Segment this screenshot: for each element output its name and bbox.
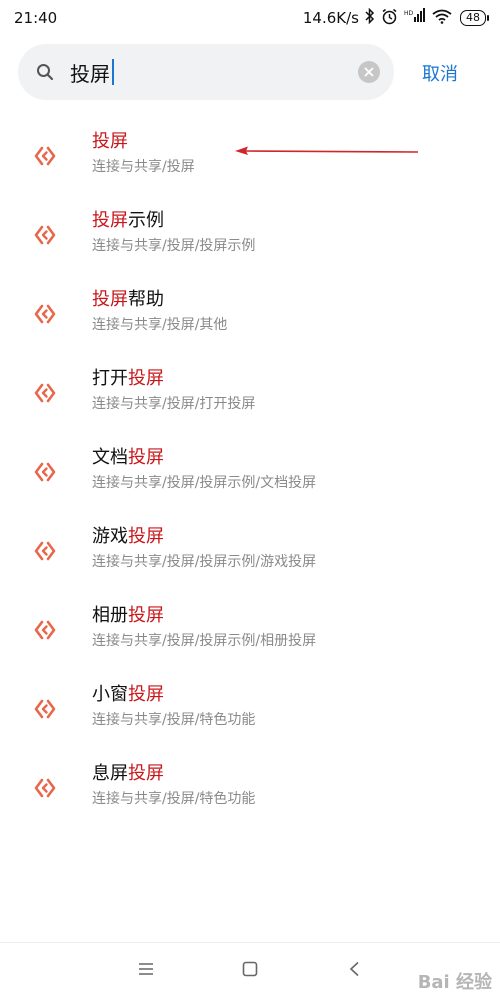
settings-result-icon bbox=[33, 460, 57, 484]
result-title-prefix: 息屏 bbox=[92, 763, 128, 784]
result-path: 连接与共享/投屏/特色功能 bbox=[92, 791, 256, 807]
settings-result-icon bbox=[33, 618, 57, 642]
result-title-highlight: 投屏 bbox=[92, 131, 128, 152]
result-path: 连接与共享/投屏/投屏示例/文档投屏 bbox=[92, 475, 317, 491]
result-title-highlight: 投屏 bbox=[128, 763, 164, 784]
result-title-prefix: 文档 bbox=[92, 447, 128, 468]
close-icon bbox=[364, 67, 374, 77]
result-text: 游戏投屏 连接与共享/投屏/投屏示例/游戏投屏 bbox=[92, 525, 316, 573]
result-title-highlight: 投屏 bbox=[128, 447, 164, 468]
search-result-item[interactable]: 息屏投屏 连接与共享/投屏/特色功能 bbox=[0, 748, 500, 827]
result-title-suffix: 帮助 bbox=[128, 289, 164, 310]
watermark-logo: Bai 经验 bbox=[417, 972, 492, 993]
result-title-prefix: 相册 bbox=[92, 605, 128, 626]
settings-result-icon bbox=[33, 776, 57, 800]
search-bar[interactable]: 投屏 bbox=[18, 44, 394, 100]
result-title: 游戏投屏 bbox=[92, 525, 316, 549]
search-result-item[interactable]: 投屏帮助 连接与共享/投屏/其他 bbox=[0, 274, 500, 353]
settings-result-icon bbox=[33, 302, 57, 326]
svg-text:HD: HD bbox=[404, 10, 414, 17]
result-path: 连接与共享/投屏/打开投屏 bbox=[92, 396, 256, 412]
back-nav-button[interactable] bbox=[348, 961, 362, 980]
menu-nav-button[interactable] bbox=[138, 961, 154, 980]
menu-icon bbox=[139, 963, 153, 975]
search-input[interactable]: 投屏 bbox=[70, 58, 110, 87]
result-text: 小窗投屏 连接与共享/投屏/特色功能 bbox=[92, 683, 255, 731]
settings-result-icon bbox=[33, 223, 57, 247]
cancel-button[interactable]: 取消 bbox=[422, 56, 458, 90]
result-title: 投屏 bbox=[92, 130, 195, 154]
result-text: 相册投屏 连接与共享/投屏/投屏示例/相册投屏 bbox=[92, 604, 316, 652]
bluetooth-icon bbox=[365, 7, 375, 28]
result-text: 息屏投屏 连接与共享/投屏/特色功能 bbox=[92, 762, 255, 810]
result-title: 息屏投屏 bbox=[92, 762, 255, 786]
result-title: 文档投屏 bbox=[92, 446, 316, 470]
search-result-item[interactable]: 投屏示例 连接与共享/投屏/投屏示例 bbox=[0, 195, 500, 274]
search-result-item[interactable]: 文档投屏 连接与共享/投屏/投屏示例/文档投屏 bbox=[0, 432, 500, 511]
result-path: 连接与共享/投屏/投屏示例 bbox=[92, 238, 256, 254]
hd-signal-icon: HD bbox=[404, 8, 426, 28]
result-title-highlight: 投屏 bbox=[128, 684, 164, 705]
result-text: 投屏 连接与共享/投屏 bbox=[92, 130, 195, 178]
result-title-highlight: 投屏 bbox=[128, 605, 164, 626]
settings-result-icon bbox=[33, 539, 57, 563]
search-result-item[interactable]: 游戏投屏 连接与共享/投屏/投屏示例/游戏投屏 bbox=[0, 511, 500, 590]
result-title-prefix: 小窗 bbox=[92, 684, 128, 705]
result-title: 打开投屏 bbox=[92, 367, 255, 391]
wifi-icon bbox=[432, 9, 452, 28]
result-title-highlight: 投屏 bbox=[92, 210, 128, 231]
back-icon bbox=[349, 961, 359, 977]
annotation-arrow bbox=[235, 146, 419, 155]
search-result-item[interactable]: 相册投屏 连接与共享/投屏/投屏示例/相册投屏 bbox=[0, 590, 500, 669]
text-cursor bbox=[112, 59, 114, 85]
settings-result-icon bbox=[33, 697, 57, 721]
result-title-highlight: 投屏 bbox=[92, 289, 128, 310]
result-path: 连接与共享/投屏/特色功能 bbox=[92, 712, 256, 728]
result-title-highlight: 投屏 bbox=[128, 526, 164, 547]
result-text: 文档投屏 连接与共享/投屏/投屏示例/文档投屏 bbox=[92, 446, 316, 494]
result-text: 投屏示例 连接与共享/投屏/投屏示例 bbox=[92, 209, 255, 257]
home-icon bbox=[242, 961, 258, 977]
battery-icon: 48 bbox=[460, 10, 489, 26]
result-title: 小窗投屏 bbox=[92, 683, 255, 707]
settings-result-icon bbox=[33, 381, 57, 405]
status-bar: 21:40 14.6K/s HD 48 bbox=[0, 0, 500, 36]
search-result-item[interactable]: 打开投屏 连接与共享/投屏/打开投屏 bbox=[0, 353, 500, 432]
search-icon bbox=[36, 63, 54, 81]
result-title: 投屏示例 bbox=[92, 209, 255, 233]
result-title-prefix: 游戏 bbox=[92, 526, 128, 547]
result-text: 打开投屏 连接与共享/投屏/打开投屏 bbox=[92, 367, 255, 415]
result-title: 相册投屏 bbox=[92, 604, 316, 628]
alarm-icon bbox=[381, 8, 398, 29]
result-path: 连接与共享/投屏/其他 bbox=[92, 317, 228, 333]
search-result-item[interactable]: 小窗投屏 连接与共享/投屏/特色功能 bbox=[0, 669, 500, 748]
status-icons: 14.6K/s HD 48 bbox=[302, 7, 489, 29]
status-time: 21:40 bbox=[14, 9, 58, 27]
result-title-highlight: 投屏 bbox=[128, 368, 164, 389]
result-path: 连接与共享/投屏/投屏示例/游戏投屏 bbox=[92, 554, 317, 570]
search-results-list: 投屏 连接与共享/投屏 投屏示例 连接与共享/投屏/投屏示例 投屏帮助 连接与共… bbox=[0, 116, 500, 827]
result-title: 投屏帮助 bbox=[92, 288, 227, 312]
home-nav-button[interactable] bbox=[242, 961, 258, 980]
result-title-suffix: 示例 bbox=[128, 210, 164, 231]
network-speed: 14.6K/s bbox=[302, 9, 359, 27]
result-text: 投屏帮助 连接与共享/投屏/其他 bbox=[92, 288, 227, 336]
clear-search-button[interactable] bbox=[358, 61, 380, 83]
result-path: 连接与共享/投屏/投屏示例/相册投屏 bbox=[92, 633, 317, 649]
result-path: 连接与共享/投屏 bbox=[92, 159, 195, 175]
result-title-prefix: 打开 bbox=[92, 368, 128, 389]
settings-result-icon bbox=[33, 144, 57, 168]
